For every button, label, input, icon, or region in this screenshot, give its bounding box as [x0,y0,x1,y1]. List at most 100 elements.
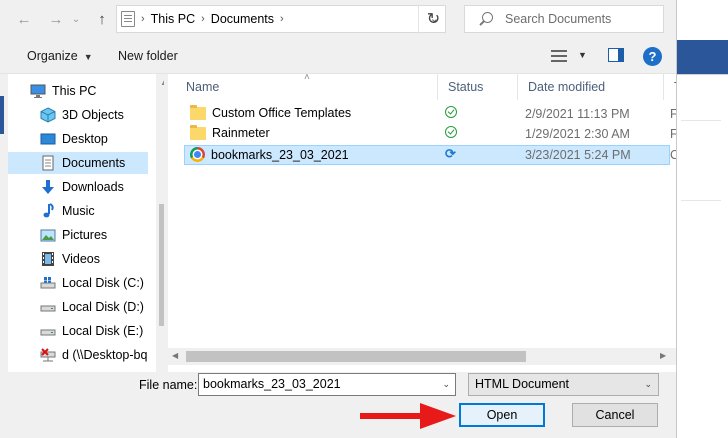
nav-item-this-pc[interactable]: This PC [30,80,164,102]
chevron-down-icon[interactable]: ⌄ [442,379,450,390]
file-name: Custom Office Templates [212,106,352,120]
refresh-icon[interactable]: ↻ [418,5,448,33]
breadcrumb-chevron-icon[interactable]: › [141,13,145,25]
back-arrow-icon[interactable]: ← [14,10,34,28]
date-modified: 2/9/2021 11:13 PM [525,107,630,121]
synced-check-icon [445,106,457,118]
nav-label: Local Disk (E:) [62,324,144,338]
nav-item-videos[interactable]: Videos [40,248,164,270]
breadcrumb-chevron-icon[interactable]: › [201,13,205,25]
breadcrumb-documents[interactable]: Documents [211,12,274,26]
forward-arrow-icon[interactable]: → [46,10,66,28]
nav-item-desktop[interactable]: Desktop [40,128,164,150]
recent-locations-chevron-icon[interactable]: ⌄ [66,10,86,28]
scrollbar-thumb[interactable] [159,204,164,326]
date-modified: 1/29/2021 2:30 AM [525,127,630,141]
nav-item-3d-objects[interactable]: 3D Objects [40,104,164,126]
search-placeholder: Search Documents [505,12,612,26]
folder-icon [190,124,206,140]
cube-icon [40,107,56,123]
status-cell: ⟳ [445,147,459,161]
file-name-cell: Custom Office Templates [190,104,352,120]
up-arrow-icon[interactable]: ↑ [92,10,112,28]
scroll-up-arrow-icon[interactable]: ▲ [160,78,164,87]
new-folder-button[interactable]: New folder [118,49,178,63]
music-note-icon [40,203,56,219]
drive-icon [40,323,56,339]
column-header-type[interactable]: T [664,74,676,100]
view-options-caret-icon[interactable]: ▼ [578,50,587,60]
scroll-right-arrow-icon[interactable]: ▶ [660,351,666,360]
file-type-value: HTML Document [475,377,570,391]
drive-icon [40,299,56,315]
open-button[interactable]: Open [459,403,545,427]
background-window-edge [0,96,4,134]
network-drive-disconnected-icon [40,347,56,363]
breadcrumb-chevron-icon[interactable]: › [280,13,284,25]
file-open-dialog: ← → ⌄ ↑ › This PC › Documents › ⌄ ↻ Sear… [0,0,728,438]
file-row-selected[interactable]: bookmarks_23_03_2021 ⟳ 3/23/2021 5:24 PM… [184,145,676,165]
background-window [676,0,728,438]
search-input[interactable]: Search Documents [464,5,664,33]
nav-label: This PC [52,84,97,98]
nav-item-downloads[interactable]: Downloads [40,176,164,198]
column-header-date-modified[interactable]: Date modified [518,74,664,100]
column-header-name[interactable]: Name [176,74,438,100]
syncing-icon: ⟳ [445,146,456,161]
nav-pane-scrollbar[interactable]: ▲ [156,74,164,372]
annotation-arrow-icon [360,403,456,429]
date-modified: 3/23/2021 5:24 PM [525,148,631,162]
scroll-left-arrow-icon[interactable]: ◀ [172,351,178,360]
this-pc-location-icon [121,11,135,27]
status-cell [445,126,459,140]
help-icon[interactable]: ? [643,47,662,66]
folder-icon [190,104,206,120]
chevron-down-icon: ⌄ [644,379,652,389]
divider [681,200,721,201]
file-name-cell: Rainmeter [190,124,270,140]
document-icon [40,155,56,171]
caret-down-icon: ▼ [83,52,93,62]
breadcrumb-this-pc[interactable]: This PC [151,12,195,26]
cancel-button[interactable]: Cancel [572,403,658,427]
nav-item-local-disk-e[interactable]: Local Disk (E:) [40,320,164,342]
file-name: bookmarks_23_03_2021 [211,147,349,162]
column-header-status[interactable]: Status [438,74,518,100]
address-bar[interactable]: › This PC › Documents › ⌄ [116,5,446,33]
file-name-value: bookmarks_23_03_2021 [203,377,341,391]
nav-label: 3D Objects [62,108,124,122]
file-row[interactable]: Rainmeter 1/29/2021 2:30 AM F [184,124,676,144]
computer-icon [30,83,46,99]
file-name-label: File name: [139,378,198,392]
divider [681,120,721,121]
nav-label: d (\\Desktop-bq [62,348,148,362]
file-name-input[interactable]: bookmarks_23_03_2021 ⌄ [198,373,456,396]
divider [677,74,728,75]
background-window-ribbon [677,40,728,74]
nav-item-pictures[interactable]: Pictures [40,224,164,246]
file-type-select[interactable]: HTML Document ⌄ [468,373,659,396]
file-list-horizontal-scrollbar[interactable]: ◀ ▶ [168,348,676,365]
preview-pane-icon[interactable] [608,48,624,62]
file-row[interactable]: Custom Office Templates 2/9/2021 11:13 P… [184,104,676,124]
organize-button[interactable]: Organize ▼ [27,49,93,63]
change-view-icon[interactable] [551,49,567,63]
desktop-icon [40,131,56,147]
nav-item-documents[interactable]: Documents [8,152,148,174]
nav-item-music[interactable]: Music [40,200,164,222]
nav-item-network-drive[interactable]: d (\\Desktop-bq [40,344,164,366]
file-name-cell: bookmarks_23_03_2021 [190,147,349,162]
film-icon [40,251,56,267]
nav-label: Videos [62,252,100,266]
chrome-icon [190,147,205,162]
nav-item-local-disk-d[interactable]: Local Disk (D:) [40,296,164,318]
search-icon [479,12,493,26]
nav-label: Local Disk (C:) [62,276,144,290]
scrollbar-thumb[interactable] [186,351,526,362]
nav-label: Local Disk (D:) [62,300,144,314]
file-list: ˄ Name Status Date modified T Custom Off… [168,74,676,372]
nav-item-local-disk-c[interactable]: Local Disk (C:) [40,272,164,294]
nav-label: Downloads [62,180,124,194]
synced-check-icon [445,126,457,138]
address-row: ← → ⌄ ↑ › This PC › Documents › ⌄ ↻ Sear… [0,0,676,40]
